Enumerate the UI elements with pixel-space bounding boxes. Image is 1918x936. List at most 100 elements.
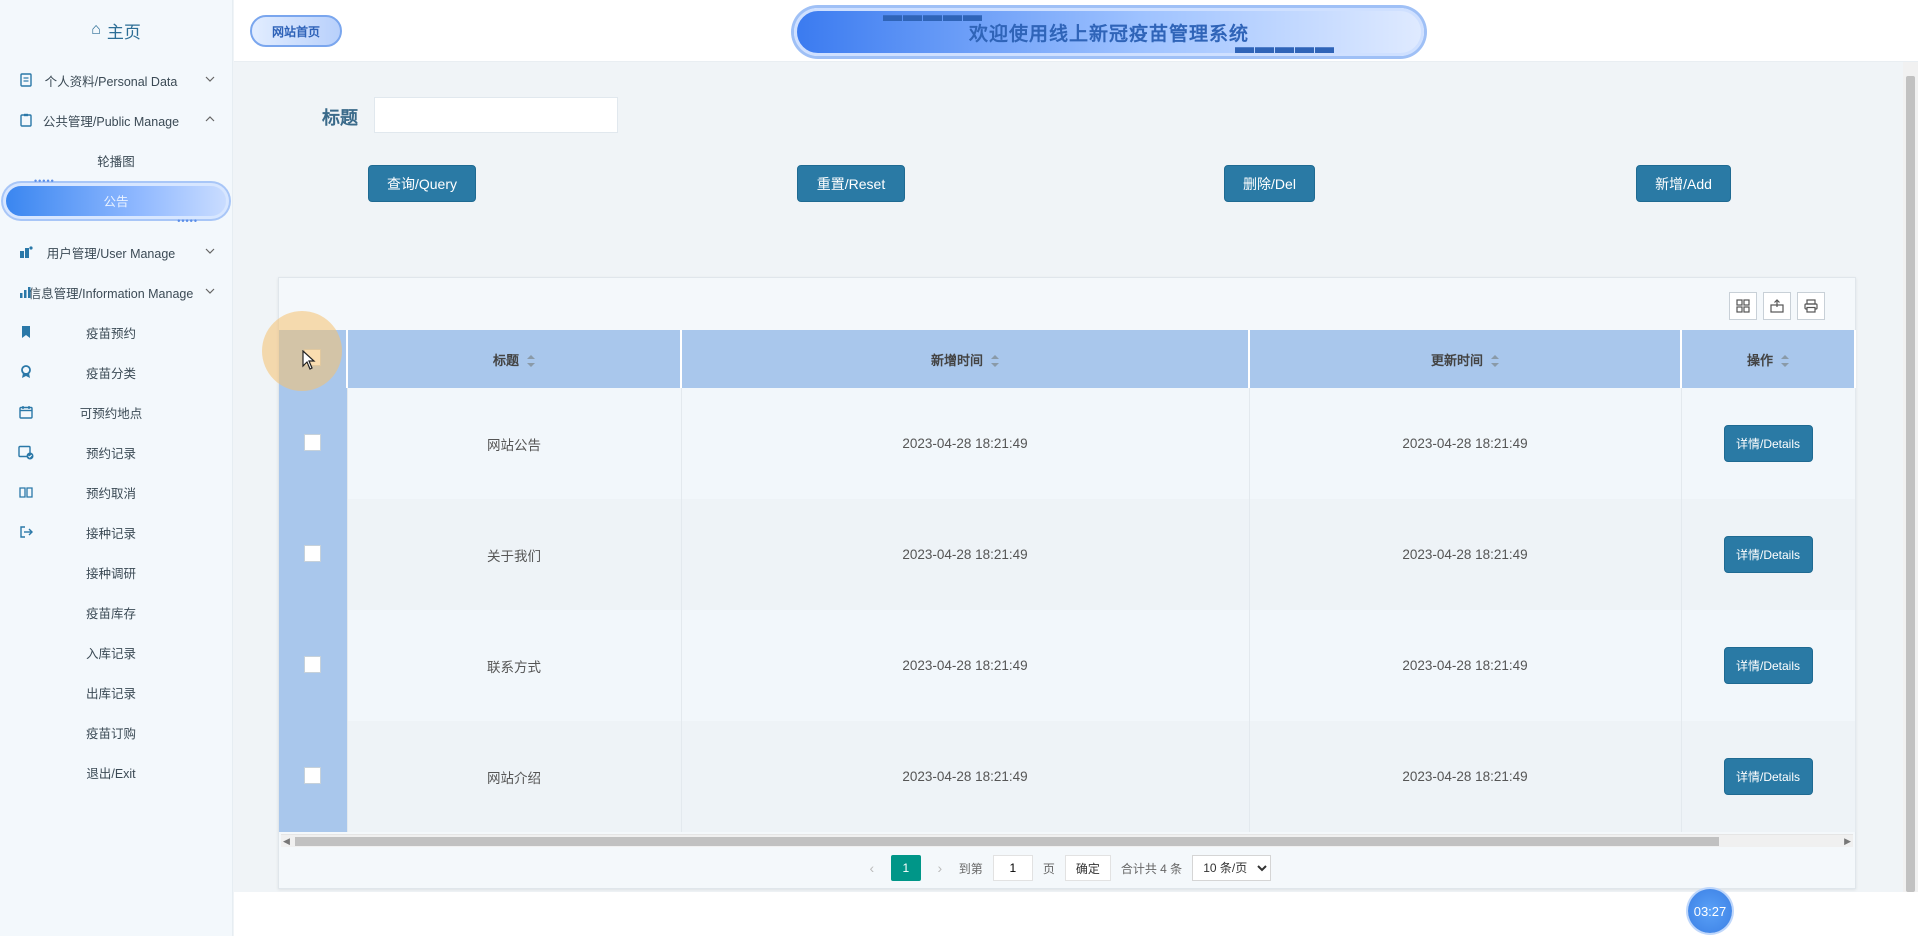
sidebar-item-label: 接种调研	[85, 566, 136, 581]
scrollbar-thumb[interactable]	[295, 837, 1719, 846]
horizontal-scrollbar[interactable]: ◀ ▶	[281, 834, 1853, 847]
table-row: 网站介绍 2023-04-28 18:21:49 2023-04-28 18:2…	[279, 721, 1856, 832]
decor-dots: •••••	[34, 176, 55, 186]
chevron-down-icon	[205, 76, 215, 82]
scroll-left-icon[interactable]: ◀	[283, 836, 290, 847]
sidebar-item-label: 疫苗分类	[85, 366, 136, 381]
sidebar-home[interactable]: ⌂ 主页	[0, 0, 232, 60]
sidebar-item-outbound-records[interactable]: 出库记录	[0, 672, 232, 712]
row-select-cell	[279, 721, 348, 832]
site-home-link[interactable]: 网站首页	[250, 15, 342, 47]
sidebar-item-label: 接种记录	[85, 526, 136, 541]
column-header-updated[interactable]: 更新时间	[1249, 330, 1682, 388]
sort-icon	[1781, 355, 1789, 368]
sidebar-item-label: 出库记录	[85, 686, 136, 701]
sidebar-item-vaccine-category[interactable]: 疫苗分类	[0, 352, 232, 392]
page-size-select[interactable]: 10 条/页	[1192, 855, 1272, 881]
sidebar-item-booking-location[interactable]: 可预约地点	[0, 392, 232, 432]
details-button[interactable]: 详情/Details	[1723, 758, 1813, 795]
calendar-check-icon	[18, 444, 34, 460]
goto-confirm-button[interactable]: 确定	[1064, 855, 1111, 881]
print-button[interactable]	[1797, 292, 1825, 320]
sidebar-item-label: 轮播图	[97, 154, 135, 169]
cell-title: 关于我们	[347, 499, 682, 610]
cell-title: 网站介绍	[347, 721, 682, 832]
goto-page-input[interactable]	[992, 855, 1033, 881]
sidebar-item-user-manage[interactable]: 用户管理/User Manage	[0, 232, 232, 272]
sidebar-item-notice[interactable]: ••••• ••••• 公告	[0, 176, 232, 226]
column-header-created[interactable]: 新增时间	[681, 330, 1250, 388]
title-search-input[interactable]	[374, 97, 618, 133]
scrollbar-thumb[interactable]	[1906, 76, 1915, 892]
cell-updated: 2023-04-28 18:21:49	[1249, 388, 1682, 499]
cell-created: 2023-04-28 18:21:49	[681, 499, 1250, 610]
sidebar-item-vaccine-booking[interactable]: 疫苗预约	[0, 312, 232, 352]
row-checkbox[interactable]	[304, 766, 322, 784]
sidebar-item-label: 预约取消	[85, 486, 136, 501]
delete-button[interactable]: 删除/Del	[1224, 165, 1315, 202]
clipboard-icon	[18, 112, 34, 128]
sidebar: ⌂ 主页 个人资料/Personal Data 公共管理/Public Mana…	[0, 0, 233, 936]
sort-icon	[1491, 355, 1499, 368]
scroll-right-icon[interactable]: ▶	[1844, 836, 1851, 847]
details-button[interactable]: 详情/Details	[1723, 536, 1813, 573]
reset-button[interactable]: 重置/Reset	[797, 165, 905, 202]
chevron-up-icon	[205, 116, 215, 122]
sidebar-item-personal-data[interactable]: 个人资料/Personal Data	[0, 60, 232, 100]
award-icon	[18, 364, 34, 380]
cell-action: 详情/Details	[1681, 499, 1856, 610]
prev-page-icon[interactable]: ‹	[863, 860, 881, 876]
columns-filter-button[interactable]	[1729, 292, 1757, 320]
search-label: 标题	[322, 108, 358, 128]
sidebar-item-vaccination-survey[interactable]: 接种调研	[0, 552, 232, 592]
cell-title: 网站公告	[347, 388, 682, 499]
cell-action: 详情/Details	[1681, 610, 1856, 721]
cell-updated: 2023-04-28 18:21:49	[1249, 610, 1682, 721]
sidebar-item-carousel[interactable]: 轮播图	[0, 140, 232, 180]
sidebar-item-vaccine-order[interactable]: 疫苗订购	[0, 712, 232, 752]
page-title: 欢迎使用线上新冠疫苗管理系统	[968, 23, 1249, 45]
exit-arrow-icon	[18, 524, 34, 540]
query-button[interactable]: 查询/Query	[368, 165, 476, 202]
next-page-icon[interactable]: ›	[931, 860, 949, 876]
page-unit-label: 页	[1042, 861, 1055, 876]
sidebar-item-label: 疫苗库存	[85, 606, 136, 621]
calendar-icon	[18, 404, 34, 420]
sidebar-item-inbound-records[interactable]: 入库记录	[0, 632, 232, 672]
details-button[interactable]: 详情/Details	[1723, 425, 1813, 462]
decor-dots: ▬▬▬▬▬	[883, 5, 983, 26]
mouse-cursor-icon	[302, 350, 316, 370]
table-panel: 标题 新增时间 更新时间 操作 网站公告 2023-04-28 18:21:49…	[278, 277, 1856, 889]
current-page[interactable]: 1	[890, 855, 921, 881]
decor-dots: •••••	[177, 216, 198, 226]
row-checkbox[interactable]	[304, 433, 322, 451]
bookmark-icon	[18, 324, 34, 340]
users-icon	[18, 244, 34, 260]
vertical-scrollbar[interactable]	[1903, 62, 1918, 892]
title-banner: ▬▬▬▬▬ 欢迎使用线上新冠疫苗管理系统 ▬▬▬▬▬	[794, 5, 1424, 58]
total-count: 合计共 4 条	[1120, 861, 1183, 876]
add-button[interactable]: 新增/Add	[1636, 165, 1731, 202]
sidebar-item-label: 疫苗预约	[85, 326, 136, 341]
cell-title: 联系方式	[347, 610, 682, 721]
sidebar-item-label: 退出/Exit	[86, 766, 136, 781]
profile-icon	[18, 72, 34, 88]
sidebar-item-booking-records[interactable]: 预约记录	[0, 432, 232, 472]
sidebar-item-vaccine-stock[interactable]: 疫苗库存	[0, 592, 232, 632]
column-header-action[interactable]: 操作	[1681, 330, 1856, 388]
decor-dots: ▬▬▬▬▬	[1235, 37, 1335, 58]
sidebar-item-information-manage[interactable]: 信息管理/Information Manage	[0, 272, 232, 312]
sidebar-item-label: 公共管理/Public Manage	[42, 114, 180, 129]
table-toolbar	[1729, 292, 1825, 320]
sidebar-home-label: 主页	[106, 22, 141, 42]
export-button[interactable]	[1763, 292, 1791, 320]
details-button[interactable]: 详情/Details	[1723, 647, 1813, 684]
row-checkbox[interactable]	[304, 655, 322, 673]
export-icon	[1770, 299, 1784, 313]
sidebar-item-exit[interactable]: 退出/Exit	[0, 752, 232, 792]
row-checkbox[interactable]	[304, 544, 322, 562]
sidebar-item-vaccination-records[interactable]: 接种记录	[0, 512, 232, 552]
column-header-title[interactable]: 标题	[347, 330, 682, 388]
sidebar-item-booking-cancel[interactable]: 预约取消	[0, 472, 232, 512]
sidebar-item-public-manage[interactable]: 公共管理/Public Manage	[0, 100, 232, 140]
